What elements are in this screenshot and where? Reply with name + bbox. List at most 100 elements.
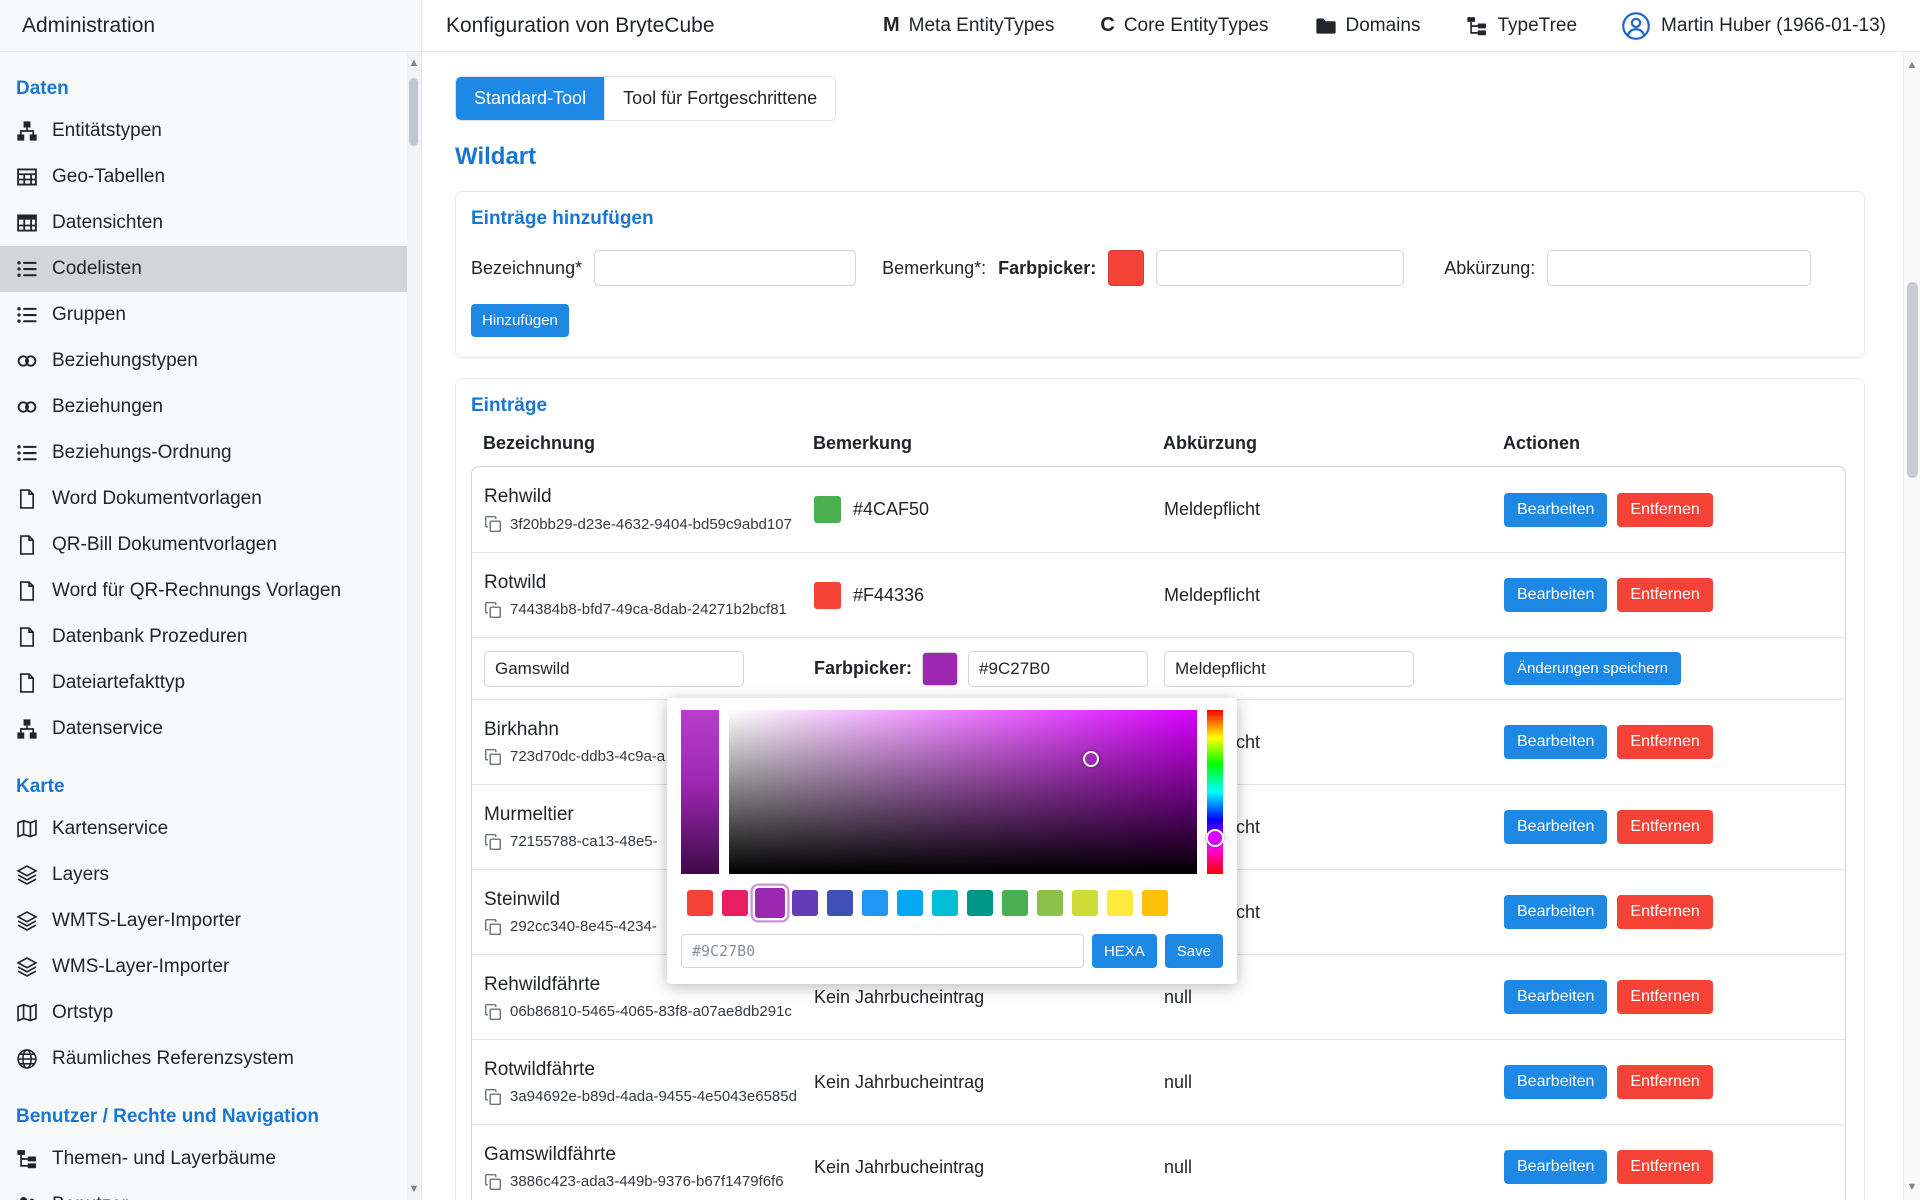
main-scroll-down-arrow[interactable]: ▼ [1904, 1180, 1920, 1194]
copy-icon[interactable] [484, 918, 502, 936]
tab-standard-tool[interactable]: Standard-Tool [456, 77, 604, 120]
add-button[interactable]: Hinzufügen [471, 304, 569, 337]
delete-button[interactable]: Entfernen [1617, 493, 1712, 527]
sidebar-item-geo-tabellen[interactable]: Geo-Tabellen [0, 154, 421, 200]
sidebar-item-wms-layer-importer[interactable]: WMS-Layer-Importer [0, 944, 421, 990]
table-icon [16, 166, 38, 188]
sidebar-scrollbar-thumb[interactable] [409, 78, 418, 146]
copy-icon[interactable] [484, 1173, 502, 1191]
palette-swatch-8bc34a[interactable] [1037, 890, 1063, 916]
palette-swatch-673ab7[interactable] [792, 890, 818, 916]
sidebar-item-word-f-r-qr-rechnungs-vorlagen[interactable]: Word für QR-Rechnungs Vorlagen [0, 568, 421, 614]
abkuerzung-input[interactable] [1547, 250, 1811, 286]
delete-button[interactable]: Entfernen [1617, 895, 1712, 929]
bemerkung-input[interactable] [1156, 250, 1404, 286]
palette-swatch-ffeb3b[interactable] [1107, 890, 1133, 916]
nav-item-core-entitytypes[interactable]: CCore EntityTypes [1100, 14, 1268, 37]
edit-button[interactable]: Bearbeiten [1504, 578, 1607, 612]
edit-button[interactable]: Bearbeiten [1504, 1150, 1607, 1184]
hexa-format-button[interactable]: HEXA [1092, 934, 1157, 968]
delete-button[interactable]: Entfernen [1617, 1150, 1712, 1184]
sidebar-item-beziehungstypen[interactable]: Beziehungstypen [0, 338, 421, 384]
copy-icon[interactable] [484, 748, 502, 766]
sidebar-item-datenbank-prozeduren[interactable]: Datenbank Prozeduren [0, 614, 421, 660]
sidebar-item-word-dokumentvorlagen[interactable]: Word Dokumentvorlagen [0, 476, 421, 522]
save-changes-button[interactable]: Änderungen speichern [1504, 652, 1681, 685]
sidebar-item-entit-tstypen[interactable]: Entitätstypen [0, 108, 421, 154]
sidebar-item-datensichten[interactable]: Datensichten [0, 200, 421, 246]
sidebar-item-datenservice[interactable]: Datenservice [0, 706, 421, 752]
hue-slider[interactable] [1207, 710, 1223, 874]
delete-button[interactable]: Entfernen [1617, 578, 1712, 612]
sidebar-item-dateiartefakttyp[interactable]: Dateiartefakttyp [0, 660, 421, 706]
sidebar-item-themen-und-layerb-ume[interactable]: Themen- und Layerbäume [0, 1136, 421, 1182]
sidebar-item-beziehungen[interactable]: Beziehungen [0, 384, 421, 430]
edit-button[interactable]: Bearbeiten [1504, 895, 1607, 929]
sidebar-item-ortstyp[interactable]: Ortstyp [0, 990, 421, 1036]
copy-icon[interactable] [484, 1003, 502, 1021]
edit-hex-input[interactable] [968, 651, 1148, 687]
save-color-button[interactable]: Save [1165, 934, 1223, 968]
main-scrollbar[interactable]: ▲ ▼ [1903, 52, 1920, 1200]
delete-button[interactable]: Entfernen [1617, 810, 1712, 844]
copy-icon[interactable] [484, 601, 502, 619]
saturation-area[interactable] [729, 710, 1197, 874]
palette-swatch-f44336[interactable] [687, 890, 713, 916]
palette-swatch-009688[interactable] [967, 890, 993, 916]
tab-tool-f-r-fortgeschrittene[interactable]: Tool für Fortgeschrittene [604, 77, 835, 120]
delete-button[interactable]: Entfernen [1617, 1065, 1712, 1099]
sidebar-app-title-text: Administration [22, 14, 155, 38]
sidebar-item-gruppen[interactable]: Gruppen [0, 292, 421, 338]
edit-button[interactable]: Bearbeiten [1504, 810, 1607, 844]
copy-icon[interactable] [484, 1088, 502, 1106]
sidebar-item-kartenservice[interactable]: Kartenservice [0, 806, 421, 852]
palette-swatch-00bcd4[interactable] [932, 890, 958, 916]
sidebar-scroll-up-arrow[interactable]: ▲ [407, 56, 421, 70]
copy-icon[interactable] [484, 833, 502, 851]
palette-swatch-9c27b0[interactable] [755, 888, 785, 918]
sidebar-scrollbar[interactable]: ▲ ▼ [407, 52, 421, 1200]
nav-item-meta-entitytypes[interactable]: MMeta EntityTypes [883, 14, 1054, 37]
main-scrollbar-thumb[interactable] [1907, 282, 1918, 478]
sidebar-item-qr-bill-dokumentvorlagen[interactable]: QR-Bill Dokumentvorlagen [0, 522, 421, 568]
main-scroll-up-arrow[interactable]: ▲ [1904, 58, 1920, 72]
sidebar-item-r-umliches-referenzsystem[interactable]: Räumliches Referenzsystem [0, 1036, 421, 1082]
palette-swatch-03a9f4[interactable] [897, 890, 923, 916]
sidebar-item-beziehungs-ordnung[interactable]: Beziehungs-Ordnung [0, 430, 421, 476]
copy-icon[interactable] [484, 515, 502, 533]
palette-swatch-ffc107[interactable] [1142, 890, 1168, 916]
column-header-actionen: Actionen [1503, 433, 1832, 454]
hue-cursor[interactable] [1206, 829, 1224, 847]
sidebar-heading-karte: Karte [0, 766, 421, 806]
application-window: Administration Konfiguration von BryteCu… [0, 0, 1920, 1200]
edit-button[interactable]: Bearbeiten [1504, 980, 1607, 1014]
delete-button[interactable]: Entfernen [1617, 725, 1712, 759]
link-icon [16, 350, 38, 372]
palette-swatch-e91e63[interactable] [722, 890, 748, 916]
palette-swatch-3f51b5[interactable] [827, 890, 853, 916]
edit-button[interactable]: Bearbeiten [1504, 1065, 1607, 1099]
users-icon [16, 1194, 38, 1200]
add-color-swatch[interactable] [1108, 250, 1144, 286]
edit-abbr-input[interactable] [1164, 651, 1414, 687]
nav-item-typetree[interactable]: TypeTree [1466, 15, 1577, 37]
add-entry-form: Bezeichnung* Bemerkung*: Farbpicker: Abk… [471, 250, 1846, 286]
sidebar-item-codelisten[interactable]: Codelisten [0, 246, 421, 292]
sidebar-scroll-down-arrow[interactable]: ▼ [407, 1182, 421, 1196]
edit-name-input[interactable] [484, 651, 744, 687]
delete-button[interactable]: Entfernen [1617, 980, 1712, 1014]
color-swatch-button[interactable] [922, 652, 958, 686]
bezeichnung-input[interactable] [594, 250, 856, 286]
user-menu[interactable]: Martin Huber (1966-01-13) [1621, 11, 1886, 41]
sidebar-item-wmts-layer-importer[interactable]: WMTS-Layer-Importer [0, 898, 421, 944]
palette-swatch-2196f3[interactable] [862, 890, 888, 916]
edit-button[interactable]: Bearbeiten [1504, 493, 1607, 527]
palette-swatch-4caf50[interactable] [1002, 890, 1028, 916]
nav-item-domains[interactable]: Domains [1315, 15, 1421, 37]
palette-swatch-cddc39[interactable] [1072, 890, 1098, 916]
edit-button[interactable]: Bearbeiten [1504, 725, 1607, 759]
sidebar-item-layers[interactable]: Layers [0, 852, 421, 898]
sidebar-item-benutzer[interactable]: Benutzer [0, 1182, 421, 1200]
hex-value-input[interactable] [681, 934, 1084, 968]
saturation-cursor[interactable] [1083, 751, 1099, 767]
